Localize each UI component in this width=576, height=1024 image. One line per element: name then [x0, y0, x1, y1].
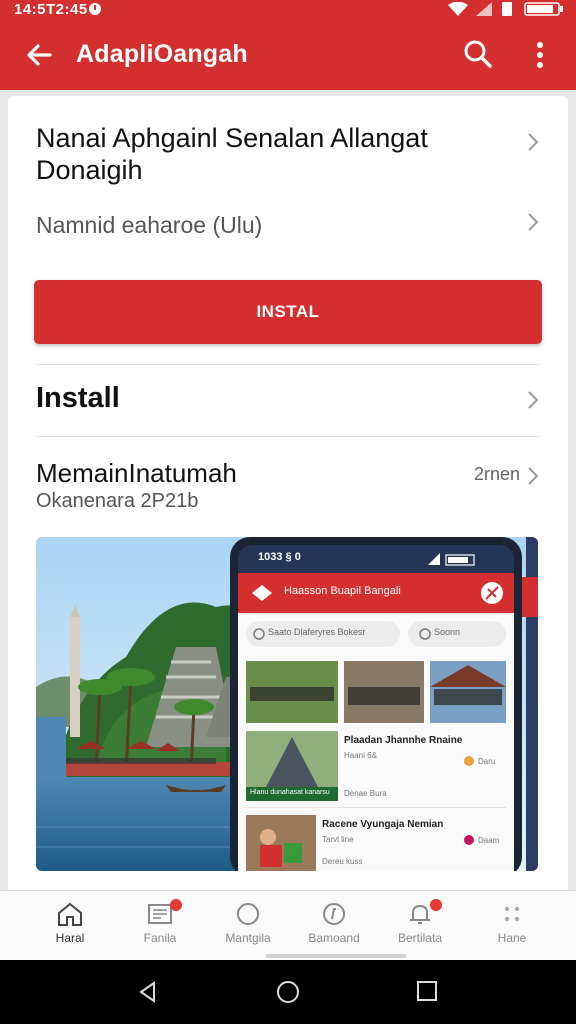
- nav-item-compass[interactable]: Bamoand: [286, 891, 382, 961]
- bottom-navigation: Haral Fanila Mantgila Bamoand Bertilata …: [0, 890, 576, 960]
- phone-list-footer: Dereu kuss: [322, 857, 363, 866]
- battery-icon: [524, 2, 563, 16]
- install-button[interactable]: INSTAL: [34, 280, 542, 344]
- nav-item-more[interactable]: Hane: [464, 891, 560, 961]
- alarm-icon: [89, 3, 101, 15]
- phone-list-tag: Daam: [478, 836, 500, 845]
- nav-label: Hane: [497, 931, 527, 945]
- wifi-icon: [448, 2, 468, 16]
- section-subtitle: Okanenara 2P21b: [36, 490, 199, 512]
- home-circle-icon[interactable]: [276, 980, 300, 1004]
- divider: [36, 364, 540, 365]
- phone-banner-text: Hlanu dunahasat kanarsu: [250, 789, 330, 796]
- nav-label: Bertilata: [397, 931, 443, 945]
- chevron-right-icon[interactable]: [526, 390, 540, 410]
- home-icon: [58, 902, 82, 926]
- gesture-handle[interactable]: [266, 954, 406, 958]
- install-row[interactable]: Install: [36, 382, 120, 415]
- nav-item-circle[interactable]: Mantgila: [200, 891, 296, 961]
- compass-icon: [323, 903, 345, 925]
- phone-search-input: Saato Dlaferyres Bokesr: [268, 627, 366, 637]
- notification-badge: [170, 899, 182, 911]
- chevron-right-icon[interactable]: [526, 466, 540, 486]
- phone-list-meta: Haani 6&: [344, 751, 377, 760]
- nav-item-alerts[interactable]: Bertilata: [372, 891, 468, 961]
- status-bar: 14:5T2:45: [0, 0, 576, 20]
- nav-label: Fanila: [143, 931, 177, 945]
- app-subtitle[interactable]: Namnid eaharoe (Ulu): [36, 212, 262, 239]
- nav-label: Bamoand: [308, 931, 360, 945]
- divider: [36, 436, 540, 437]
- nav-label: Haral: [55, 931, 85, 945]
- status-time: 14:5T2:45: [14, 1, 88, 18]
- search-icon[interactable]: [462, 38, 494, 70]
- section-title: MemainInatumah: [36, 458, 237, 488]
- sim-icon: [502, 2, 512, 16]
- app-preview-image[interactable]: 1033 § 0 Haasson Buapil Bangali Saato Dl…: [36, 537, 538, 871]
- chevron-right-icon[interactable]: [526, 132, 540, 152]
- more-vert-icon[interactable]: [528, 40, 552, 70]
- signal-icon: [476, 2, 492, 16]
- nav-item-news[interactable]: Fanila: [112, 891, 208, 961]
- phone-time: 1033 § 0: [258, 551, 301, 563]
- phone-list-tag: Daru: [478, 757, 496, 766]
- phone-search-button: Soonn: [434, 627, 461, 637]
- nav-item-home[interactable]: Haral: [22, 891, 118, 961]
- circle-icon: [237, 903, 259, 925]
- app-name[interactable]: Nanai Aphgainl Senalan Allangat Donaigih: [36, 122, 496, 186]
- nav-label: Mantgila: [225, 931, 271, 945]
- phone-list-title: Racene Vyungaja Nemian: [322, 819, 444, 830]
- phone-list-title: Plaadan Jhannhe Rnaine: [344, 735, 463, 746]
- back-triangle-icon[interactable]: [136, 980, 160, 1004]
- phone-list-footer: Denae Bura: [344, 789, 387, 798]
- section-more-link[interactable]: 2rnen: [474, 464, 520, 485]
- system-navigation-bar: [0, 960, 576, 1024]
- phone-title: Haasson Buapil Bangali: [284, 585, 401, 597]
- chevron-right-icon[interactable]: [526, 212, 540, 232]
- grid-icon: [504, 906, 520, 922]
- app-details-card: Nanai Aphgainl Senalan Allangat Donaigih…: [8, 96, 568, 896]
- page-title: AdapliOangah: [76, 40, 248, 68]
- arrow-back-icon[interactable]: [22, 38, 56, 72]
- phone-list-meta: Tarvl line: [322, 835, 354, 844]
- app-header: 14:5T2:45 AdapliOangah: [0, 0, 576, 90]
- recents-square-icon[interactable]: [416, 980, 438, 1002]
- notification-badge: [430, 899, 442, 911]
